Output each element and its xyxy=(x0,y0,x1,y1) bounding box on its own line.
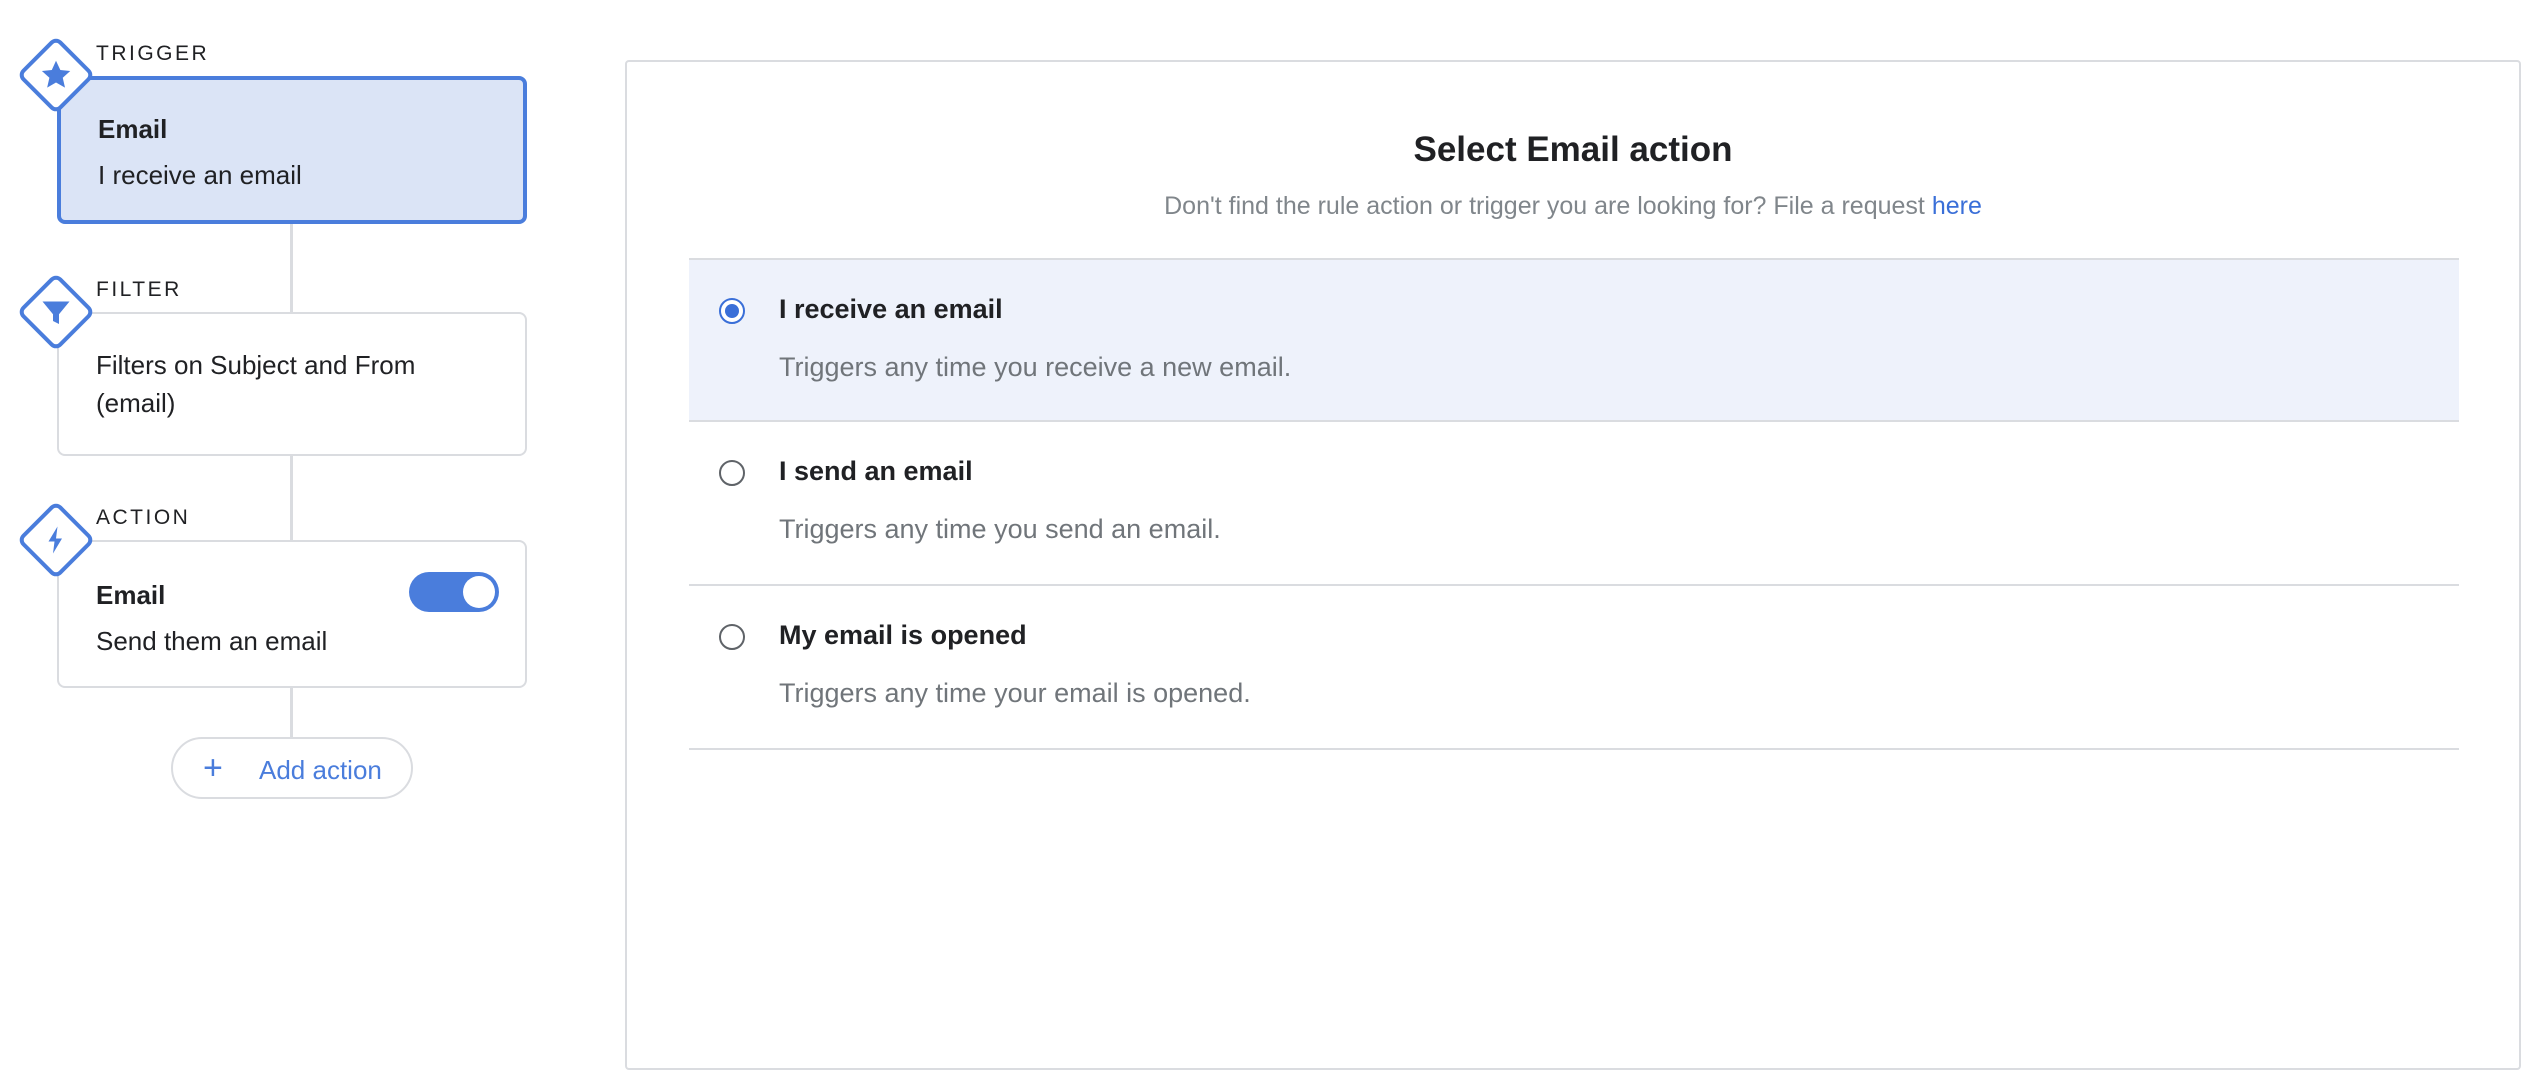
trigger-card[interactable]: Email I receive an email xyxy=(57,76,527,224)
action-options-list: I receive an email Triggers any time you… xyxy=(689,258,2459,750)
select-action-panel: Select Email action Don't find the rule … xyxy=(625,60,2521,1070)
action-enabled-toggle[interactable] xyxy=(409,572,499,612)
panel-title: Select Email action xyxy=(1413,130,1733,169)
flow-connector xyxy=(290,456,293,550)
option-description: Triggers any time you receive a new emai… xyxy=(779,352,1292,382)
action-card-subtitle: Send them an email xyxy=(96,626,328,656)
option-email-opened[interactable]: My email is opened Triggers any time you… xyxy=(689,586,2459,750)
trigger-card-subtitle: I receive an email xyxy=(98,160,302,190)
action-card-title: Email xyxy=(96,580,166,610)
add-action-label: Add action xyxy=(259,755,382,785)
panel-subtitle-text: Don't find the rule action or trigger yo… xyxy=(1164,192,1932,220)
flow-connector xyxy=(290,224,293,318)
trigger-card-title: Email xyxy=(98,114,168,144)
trigger-section-label: TRIGGER xyxy=(96,42,210,65)
star-icon xyxy=(41,60,71,88)
filter-section-label: FILTER xyxy=(96,278,182,301)
flow-connector xyxy=(290,688,293,738)
toggle-knob xyxy=(463,576,495,608)
option-description: Triggers any time you send an email. xyxy=(779,514,1221,544)
panel-subtitle: Don't find the rule action or trigger yo… xyxy=(627,192,2519,221)
action-card[interactable]: Email Send them an email xyxy=(57,540,527,688)
option-title: My email is opened xyxy=(779,620,1027,650)
action-section-label: ACTION xyxy=(96,506,191,529)
option-send-email[interactable]: I send an email Triggers any time you se… xyxy=(689,422,2459,586)
plus-icon: + xyxy=(203,749,223,787)
filter-funnel-icon xyxy=(42,301,70,324)
file-request-link[interactable]: here xyxy=(1932,192,1982,220)
lightning-bolt-icon xyxy=(48,526,62,554)
rule-flow: TRIGGER Email I receive an email FILTER … xyxy=(0,0,560,1054)
filter-card-text: Filters on Subject and From (email) xyxy=(96,350,416,418)
radio-receive-email[interactable] xyxy=(719,298,745,324)
option-receive-email[interactable]: I receive an email Triggers any time you… xyxy=(689,258,2459,422)
radio-email-opened[interactable] xyxy=(719,624,745,650)
filter-card[interactable]: Filters on Subject and From (email) xyxy=(57,312,527,456)
add-action-button[interactable]: + Add action xyxy=(171,737,413,799)
radio-send-email[interactable] xyxy=(719,460,745,486)
option-title: I send an email xyxy=(779,456,973,486)
option-title: I receive an email xyxy=(779,294,1003,324)
option-description: Triggers any time your email is opened. xyxy=(779,678,1251,708)
